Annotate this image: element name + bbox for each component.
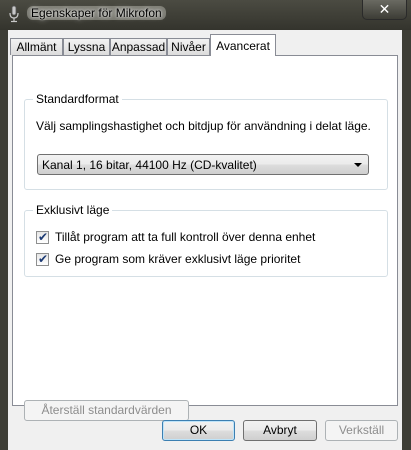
tab-avancerat[interactable]: Avancerat (210, 34, 276, 56)
default-format-heading: Standardformat (33, 92, 122, 106)
close-button[interactable]: ✕ (362, 0, 407, 20)
checkmark-icon: ✔ (38, 252, 49, 266)
tab-lyssna[interactable]: Lyssna (63, 38, 110, 55)
microphone-icon (9, 5, 19, 23)
window-frame-left (0, 30, 8, 450)
exclusive-priority-checkbox[interactable]: ✔ (36, 252, 49, 266)
dialog-client-area: Allmänt Lyssna Anpassad Nivåer Avancerat… (8, 30, 402, 450)
tab-allmant[interactable]: Allmänt (10, 38, 63, 55)
default-format-selected-value: Kanal 1, 16 bitar, 44100 Hz (CD-kvalitet… (42, 158, 257, 172)
exclusive-priority-label[interactable]: Ge program som kräver exklusivt läge pri… (55, 252, 300, 266)
checkmark-icon: ✔ (38, 230, 49, 244)
allow-exclusive-control-label[interactable]: Tillåt program att ta full kontroll över… (55, 230, 315, 244)
close-icon: ✕ (378, 1, 391, 17)
tab-nivaer[interactable]: Nivåer (167, 38, 210, 55)
allow-exclusive-control-checkbox[interactable]: ✔ (36, 230, 49, 244)
default-format-group: Standardformat Välj samplingshastighet o… (24, 92, 388, 190)
default-format-description: Välj samplingshastighet och bitdjup för … (36, 119, 371, 133)
window-title: Egenskaper för Mikrofon (27, 6, 166, 20)
chevron-down-icon (354, 163, 362, 167)
exclusive-mode-group: Exklusivt läge ✔ Tillåt program att ta f… (24, 203, 388, 277)
apply-button[interactable]: Verkställ (325, 420, 398, 441)
cancel-button[interactable]: Avbryt (243, 420, 317, 441)
tab-anpassad[interactable]: Anpassad (110, 38, 167, 55)
tab-strip: Allmänt Lyssna Anpassad Nivåer Avancerat (8, 34, 402, 56)
title-bar[interactable]: Egenskaper för Mikrofon ✕ (0, 0, 411, 30)
default-format-dropdown[interactable]: Kanal 1, 16 bitar, 44100 Hz (CD-kvalitet… (37, 154, 369, 175)
exclusive-mode-heading: Exklusivt läge (33, 203, 113, 217)
ok-button[interactable]: OK (162, 420, 235, 441)
restore-defaults-button[interactable]: Återställ standardvärden (24, 400, 189, 421)
tab-panel-avancerat: Standardformat Välj samplingshastighet o… (12, 55, 398, 421)
window-frame-right (402, 30, 411, 450)
